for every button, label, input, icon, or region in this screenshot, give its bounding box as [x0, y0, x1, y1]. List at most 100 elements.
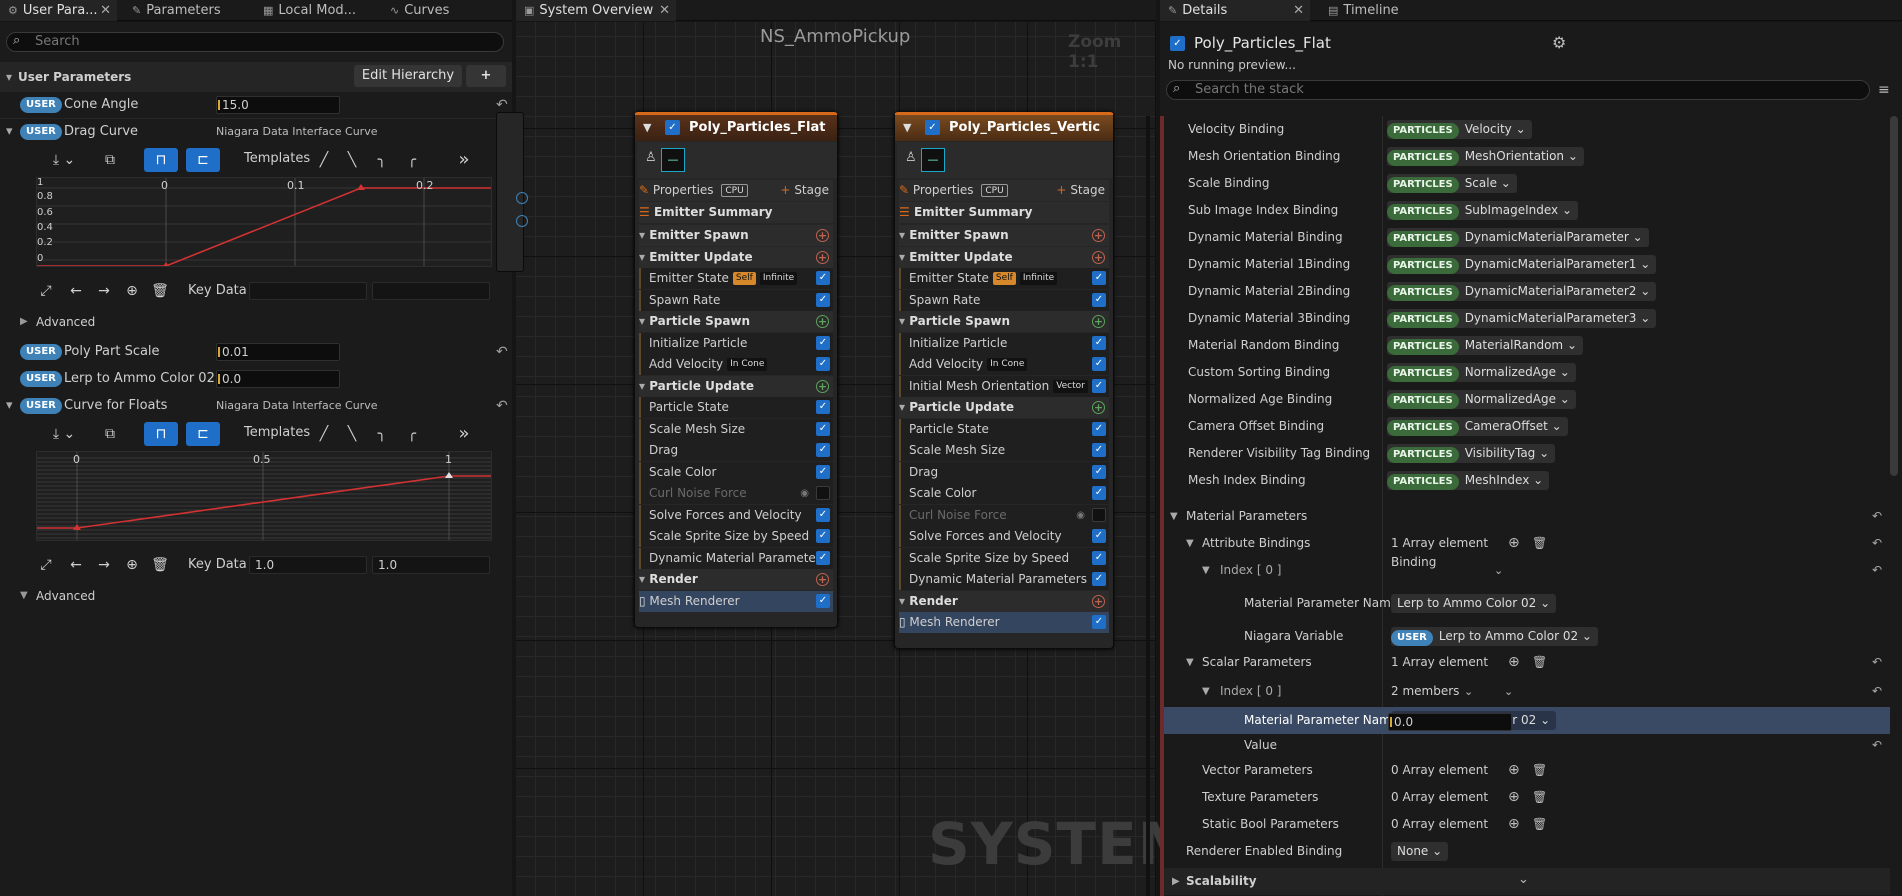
stack-module[interactable]: Emitter State Self Infinite ✓: [639, 268, 833, 289]
more-icon[interactable]: »: [452, 148, 476, 172]
stack-renderer[interactable]: ▯ Mesh Renderer ✓: [899, 612, 1109, 633]
reset-icon[interactable]: ↶: [1872, 530, 1882, 557]
vector-parameters-row[interactable]: Vector Parameters 0 Array element ⊕ 🗑: [1164, 757, 1890, 784]
module-enabled-checkbox[interactable]: ✓: [1092, 550, 1106, 565]
attribute-index-row[interactable]: ▼ Index [ 0 ] Binding ⌄ ↶: [1164, 555, 1890, 591]
template-ease-out-icon[interactable]: ╮: [370, 422, 394, 446]
add-element-icon[interactable]: ⊕: [1508, 811, 1520, 838]
properties-row[interactable]: ✎ Properties CPU + Stage: [639, 180, 833, 201]
chevron-down-icon[interactable]: ▾: [6, 393, 13, 419]
binding-combo[interactable]: PARTICLES DynamicMaterialParameter2 ⌄: [1387, 282, 1657, 301]
static-bool-parameters-row[interactable]: Static Bool Parameters 0 Array element ⊕…: [1164, 811, 1890, 838]
stack-group[interactable]: ▾ Emitter Update +: [639, 246, 833, 268]
binding-combo[interactable]: PARTICLES CameraOffset ⌄: [1387, 417, 1568, 436]
next-key-icon[interactable]: →: [94, 279, 114, 303]
stack-module[interactable]: Scale Mesh Size ✓: [899, 440, 1109, 461]
more-icon[interactable]: »: [452, 422, 476, 446]
next-key-icon[interactable]: →: [94, 553, 114, 577]
trash-icon[interactable]: 🗑: [1532, 784, 1547, 811]
eye-icon[interactable]: ◉: [800, 483, 809, 504]
node-header[interactable]: ▼ ✓ Poly_Particles_Vertic: [895, 115, 1113, 141]
chevron-down-icon[interactable]: ⌄: [1464, 678, 1473, 705]
snap-value-button[interactable]: ⊏: [186, 148, 220, 172]
template-descending-icon[interactable]: ╲: [340, 422, 364, 446]
module-enabled-checkbox[interactable]: ✓: [1092, 335, 1106, 350]
module-enabled-checkbox[interactable]: ✓: [1092, 464, 1106, 479]
template-ease-out-icon[interactable]: ╮: [370, 148, 394, 172]
module-enabled-checkbox[interactable]: ✓: [816, 507, 830, 522]
stack-group[interactable]: ▾ Particle Spawn +: [899, 311, 1109, 332]
module-enabled-checkbox[interactable]: ✓: [816, 443, 830, 457]
stack-module[interactable]: Scale Mesh Size ✓: [639, 418, 833, 440]
chevron-down-icon[interactable]: ▼: [643, 115, 651, 141]
add-element-icon[interactable]: ⊕: [1508, 757, 1520, 784]
scalar-parameters-row[interactable]: ▼ Scalar Parameters 1 Array element ⊕ 🗑 …: [1164, 649, 1890, 676]
stack-module[interactable]: Scale Sprite Size by Speed ✓: [899, 547, 1109, 569]
trash-icon[interactable]: 🗑: [1532, 649, 1547, 676]
stack-module[interactable]: Spawn Rate ✓: [899, 289, 1109, 311]
delete-key-icon[interactable]: 🗑: [150, 553, 170, 577]
stack-module[interactable]: Initialize Particle ✓: [639, 332, 833, 354]
close-icon[interactable]: ✕: [659, 0, 670, 21]
stack-module[interactable]: Particle State ✓: [899, 418, 1109, 440]
settings-gear-icon[interactable]: ⚙: [1552, 33, 1566, 52]
open-external-icon[interactable]: ⧉: [98, 148, 122, 172]
enable-checkbox[interactable]: ✓: [665, 120, 680, 135]
reset-icon[interactable]: ↶: [496, 398, 508, 414]
template-linear-icon[interactable]: ╱: [312, 422, 336, 446]
stack-module[interactable]: Solve Forces and Velocity ✓: [639, 504, 833, 526]
chevron-down-icon[interactable]: ▼: [903, 115, 911, 141]
key-time-input[interactable]: 1.0: [249, 556, 367, 574]
module-enabled-checkbox[interactable]: [1092, 507, 1106, 522]
fit-icon[interactable]: ⤢: [36, 553, 56, 577]
key-value-input[interactable]: [372, 282, 490, 300]
edit-hierarchy-button[interactable]: Edit Hierarchy: [354, 65, 462, 87]
stack-module[interactable]: Drag ✓: [639, 440, 833, 461]
add-module-icon[interactable]: +: [816, 573, 829, 586]
reset-icon[interactable]: ↶: [1872, 678, 1882, 705]
key-time-input[interactable]: [249, 282, 367, 300]
scalar-index-row[interactable]: ▼ Index [ 0 ] 2 members ⌄ ⌄ ↶: [1164, 678, 1890, 705]
binding-combo[interactable]: PARTICLES NormalizedAge ⌄: [1387, 363, 1576, 382]
add-element-icon[interactable]: ⊕: [1508, 649, 1520, 676]
module-enabled-checkbox[interactable]: ✓: [1092, 443, 1106, 457]
key-value-input[interactable]: 1.0: [372, 556, 490, 574]
module-enabled-checkbox[interactable]: ✓: [816, 421, 830, 436]
fit-icon[interactable]: ⤢: [36, 279, 56, 303]
stack-module[interactable]: Scale Color ✓: [639, 461, 833, 483]
add-key-icon[interactable]: ⊕: [122, 553, 142, 577]
emitter-enabled-checkbox[interactable]: ✓: [1170, 36, 1185, 51]
trash-icon[interactable]: 🗑: [1532, 530, 1547, 557]
left-search-input[interactable]: ⌕ Search: [6, 32, 504, 52]
module-enabled-checkbox[interactable]: [816, 486, 830, 500]
binding-combo[interactable]: PARTICLES SubImageIndex ⌄: [1387, 201, 1579, 220]
reset-icon[interactable]: ↶: [496, 97, 508, 113]
module-enabled-checkbox[interactable]: ✓: [816, 400, 830, 414]
stack-module[interactable]: Spawn Rate ✓: [639, 289, 833, 311]
binding-combo[interactable]: PARTICLES Scale ⌄: [1387, 174, 1517, 193]
system-overview-graph[interactable]: NS_AmmoPickup Zoom 1:1 SYSTEM ▼ ✓ Poly_P…: [496, 22, 1195, 896]
module-enabled-checkbox[interactable]: ✓: [816, 335, 830, 350]
add-module-icon[interactable]: +: [816, 229, 829, 242]
stack-module[interactable]: Add Velocity In Cone ✓: [899, 354, 1109, 375]
niagara-variable-combo[interactable]: USER Lerp to Ammo Color 02 ⌄: [1391, 627, 1598, 646]
emitter-node-poly-particles-vertical[interactable]: ▼ ✓ Poly_Particles_Vertic ♙ — ✎ Properti…: [894, 112, 1114, 649]
stack-module[interactable]: Emitter State Self Infinite ✓: [899, 268, 1109, 289]
module-enabled-checkbox[interactable]: ✓: [1092, 615, 1106, 629]
stack-module[interactable]: Drag ✓: [899, 461, 1109, 483]
module-enabled-checkbox[interactable]: ✓: [1092, 529, 1106, 543]
module-enabled-checkbox[interactable]: ✓: [816, 464, 830, 479]
renderer-enabled-combo[interactable]: None ⌄: [1391, 842, 1449, 861]
stack-group[interactable]: ▾ Particle Spawn +: [639, 311, 833, 332]
stack-group[interactable]: ▾ Emitter Spawn +: [639, 225, 833, 246]
module-enabled-checkbox[interactable]: ✓: [1092, 378, 1106, 393]
module-enabled-checkbox[interactable]: ✓: [816, 593, 830, 608]
stack-module[interactable]: Scale Color ✓: [899, 483, 1109, 504]
trash-icon[interactable]: 🗑: [1532, 811, 1547, 838]
binding-combo[interactable]: PARTICLES VisibilityTag ⌄: [1387, 444, 1556, 463]
stack-module[interactable]: Initialize Particle ✓: [899, 332, 1109, 354]
template-descending-icon[interactable]: ╲: [340, 148, 364, 172]
stack-section[interactable]: ☰ Emitter Summary: [639, 202, 833, 223]
trash-icon[interactable]: 🗑: [1532, 757, 1547, 784]
properties-row[interactable]: ✎ Properties CPU + Stage: [899, 180, 1109, 201]
